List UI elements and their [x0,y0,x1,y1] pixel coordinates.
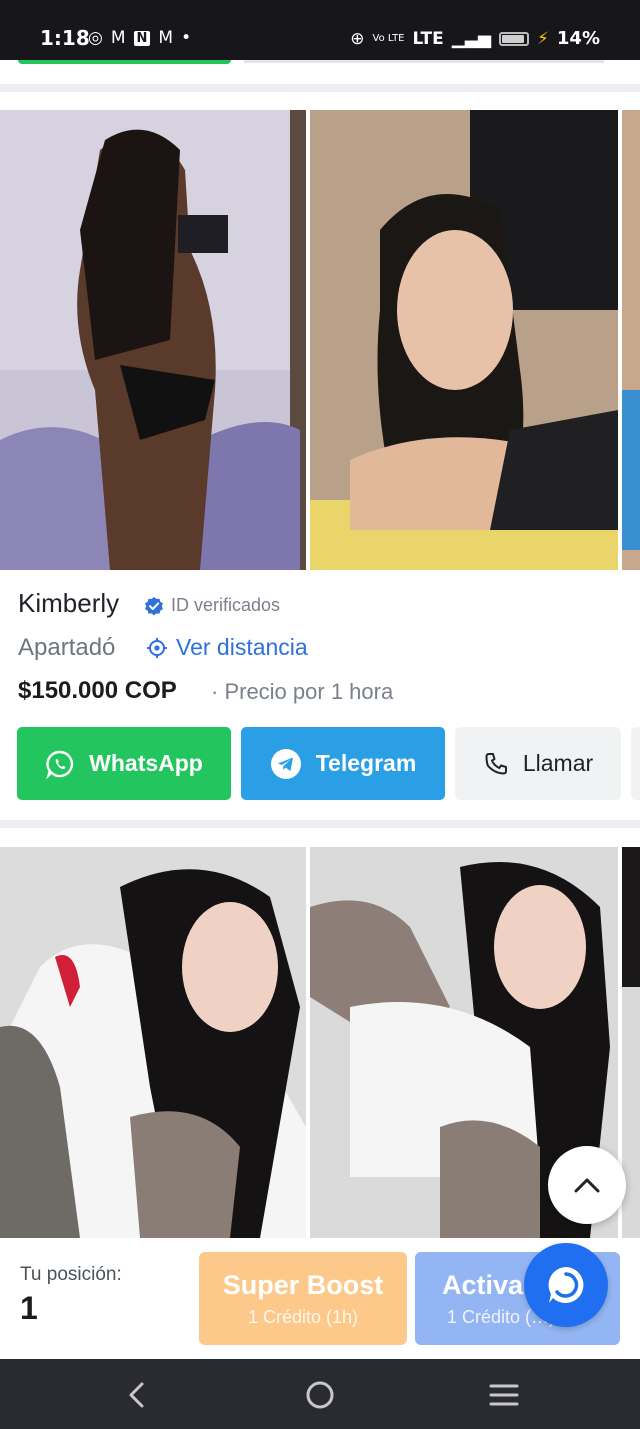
chat-icon [548,1267,584,1303]
home-icon [306,1381,334,1409]
super-boost-subtitle: 1 Crédito (1h) [247,1306,359,1327]
notification-icons: ◎ M N M • [88,28,191,48]
previous-card-divider [244,60,604,63]
verified-label: ID verificados [171,595,281,615]
distance-link[interactable]: Ver distancia [146,634,308,661]
telegram-label: Telegram [315,750,417,776]
gallery-photo[interactable] [0,110,306,570]
back-button[interactable] [112,1373,162,1417]
back-icon [129,1382,144,1408]
gallery-photo-next[interactable] [622,110,640,570]
more-notifications-dot-icon: • [181,28,192,48]
whatsapp-notification-icon: ◎ [88,28,103,48]
position-label: Tu posición: [20,1264,122,1285]
profile-name[interactable]: Kimberly [18,588,119,619]
status-bar: 1:18 ◎ M N M • ⊕ Vo LTE LTE ▁▃▅ ⚡ 14% [0,0,640,60]
recents-button[interactable] [479,1373,529,1417]
distance-link-label[interactable]: Ver distancia [176,634,308,661]
photo-gallery-2[interactable] [0,847,640,1238]
chevron-up-icon [574,1178,600,1193]
network-label: LTE [412,28,444,49]
system-status: ⊕ Vo LTE LTE ▁▃▅ ⚡ 14% [350,28,600,49]
battery-percent: 14% [556,28,600,49]
location-target-icon [147,637,167,658]
home-button[interactable] [295,1373,345,1417]
price: $150.000 COP [18,677,177,704]
volte-label: Vo LTE [372,32,405,44]
super-boost-title: Super Boost [222,1269,384,1300]
system-navigation-bar [0,1359,640,1429]
whatsapp-button[interactable]: WhatsApp [17,727,231,800]
activate-title: Activa [442,1269,524,1300]
charging-icon: ⚡ [536,28,549,49]
position-value: 1 [20,1290,38,1326]
scroll-to-top-button[interactable] [548,1146,626,1224]
photo-gallery[interactable] [0,110,640,570]
telegram-button[interactable]: Telegram [241,727,445,800]
price-note: · Precio por 1 hora [211,679,394,704]
card-divider [0,820,640,828]
mail-notification-icon-2: M [158,28,174,48]
chat-button[interactable] [524,1243,608,1327]
whatsapp-label: WhatsApp [89,750,203,776]
mail-notification-icon: M [110,28,126,48]
battery-icon [498,31,529,46]
more-actions-button-edge[interactable] [631,727,640,800]
verified-badge-icon [145,596,163,615]
whatsapp-icon [46,750,74,779]
menu-icon [489,1384,519,1406]
card-divider [0,84,640,92]
phone-icon [485,752,507,774]
verified-badge: ID verificados [144,595,280,616]
news-notification-icon: N [133,30,151,46]
city-label: Apartadó [18,634,116,661]
super-boost-button[interactable]: Super Boost 1 Crédito (1h) [199,1252,407,1345]
telegram-icon [270,748,301,779]
data-saver-icon: ⊕ [350,28,365,49]
status-time: 1:18 [40,26,90,50]
previous-whatsapp-button-edge[interactable] [18,60,231,64]
gallery-photo[interactable] [310,110,618,570]
call-label: Llamar [522,750,594,776]
signal-icon: ▁▃▅ [451,28,491,49]
gallery-photo[interactable] [0,847,306,1238]
call-button[interactable]: Llamar [455,727,621,800]
